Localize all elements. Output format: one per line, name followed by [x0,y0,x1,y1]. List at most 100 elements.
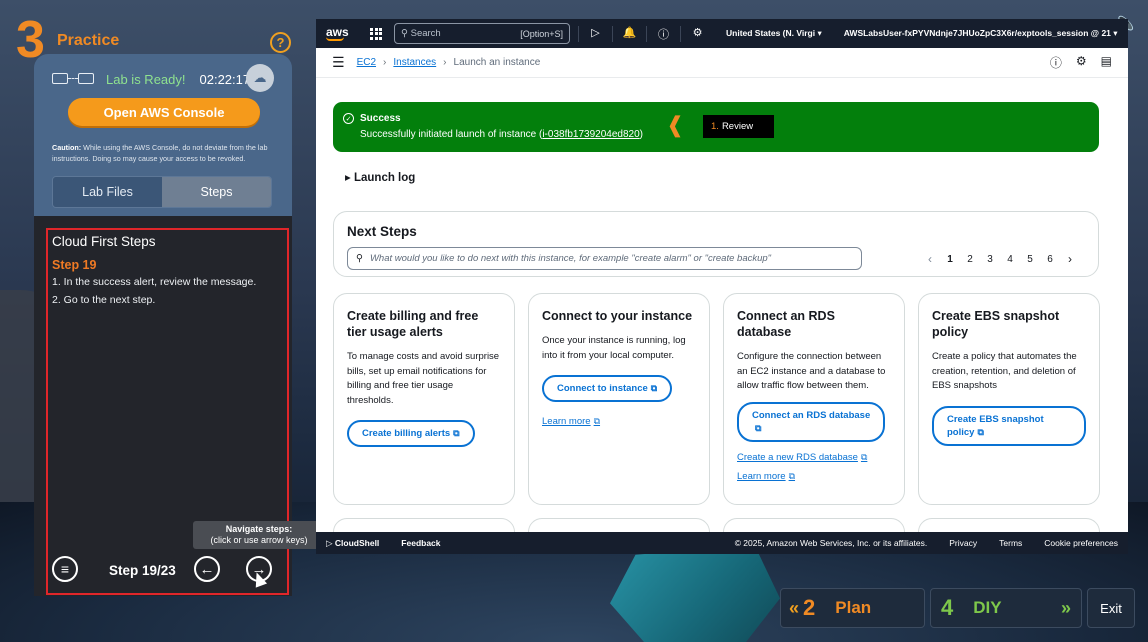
cookie-preferences-link[interactable]: Cookie preferences [1044,538,1118,548]
top-icons: ▷ 🔔 ⓘ ⚙ [578,25,714,42]
card-description: To manage costs and avoid surprise bills… [347,351,500,406]
external-link-icon: ⧉ [453,428,460,438]
step-counter: Step 19/23 [109,563,176,578]
account-menu[interactable]: AWSLabsUser-fxPYVNdnje7JHUoZpC3X6r/expto… [844,28,1118,39]
gear-icon[interactable]: ⚙ [680,25,714,42]
help-icon[interactable]: ⓘ [646,25,680,42]
button-label: Connect an RDS database [752,409,871,421]
info-icon[interactable]: ⓘ [1050,54,1062,71]
chevron-right-icon[interactable]: › [1060,252,1080,266]
copyright-text: © 2025, Amazon Web Services, Inc. or its… [734,538,928,548]
success-message-end: ) [639,129,643,140]
region-selector[interactable]: United States (N. Virgi ▾ [726,28,822,39]
breadcrumb-icons: ⓘ ⚙ ▤ [1050,54,1112,71]
create-billing-alerts-button[interactable]: Create billing alerts ⧉ [347,420,475,447]
chevron-left-icon[interactable]: ‹ [920,252,940,266]
create-ebs-snapshot-policy-button[interactable]: Create EBS snapshot policy ⧉ [932,405,1086,446]
step-list-icon[interactable]: ≡ [52,556,78,582]
card-description: Once your instance is running, log into … [542,335,686,361]
next-steps-search-input[interactable]: ⚲ What would you like to do next with th… [347,247,862,270]
link-label: Learn more [542,416,591,427]
search-placeholder: Search [410,28,441,39]
page-6[interactable]: 6 [1040,254,1060,265]
background-block [610,545,780,642]
launch-log-toggle[interactable]: ▸ Launch log [345,170,415,184]
instance-id-link[interactable]: i-038fb1739204ed820 [542,129,639,140]
page-2[interactable]: 2 [960,254,980,265]
open-aws-console-button[interactable]: Open AWS Console [68,98,260,126]
aws-search-input[interactable]: ⚲ Search [Option+S] [394,23,570,44]
card-ebs-snapshot: Create EBS snapshot policy Create a poli… [918,293,1100,505]
search-icon: ⚲ [356,253,363,264]
terms-link[interactable]: Terms [999,538,1022,548]
button-label: Create billing alerts [362,428,451,439]
region-label: United States (N. Virgi [726,28,816,38]
tab-steps[interactable]: Steps [162,177,271,207]
create-rds-database-link[interactable]: Create a new RDS database ⧉ [737,452,891,463]
page-1[interactable]: 1 [940,254,960,265]
page-3[interactable]: 3 [980,254,1000,265]
navigate-tooltip: Navigate steps: (click or use arrow keys… [193,521,325,549]
steps-title: Cloud First Steps [52,234,156,249]
diy-nav-button[interactable]: 4 DIY » [930,588,1082,628]
card-title: Create billing and free tier usage alert… [347,309,479,339]
cloud-download-icon[interactable]: ☁ [246,64,274,92]
page-4[interactable]: 4 [1000,254,1020,265]
external-link-icon: ⧉ [593,416,601,426]
pagination: ‹ 1 2 3 4 5 6 › [920,252,1080,266]
menu-icon[interactable]: ☰ [332,54,345,71]
feedback-link[interactable]: Feedback [401,538,440,548]
aws-footer: ▷ CloudShell Feedback © 2025, Amazon Web… [316,532,1128,554]
success-alert: ✓ Success Successfully initiated launch … [333,102,1099,152]
external-link-icon: ⧉ [650,383,658,393]
services-grid-icon[interactable] [370,27,382,40]
settings-icon[interactable]: ⚙ [1076,54,1087,71]
connect-to-instance-button[interactable]: Connect to instance ⧉ [542,375,673,402]
lab-tabs: Lab Files Steps [52,176,272,208]
link-label: Learn more [737,470,786,482]
previous-step-button[interactable]: ← [194,556,220,582]
external-link-icon: ⧉ [860,451,868,462]
tooltip-subtitle: (click or use arrow keys) [210,535,308,545]
cloudshell-label: CloudShell [334,537,380,548]
breadcrumb-instances[interactable]: Instances [393,57,436,68]
page-5[interactable]: 5 [1020,254,1040,265]
privacy-link[interactable]: Privacy [949,538,977,548]
success-message-text: Successfully initiated launch of instanc… [360,129,543,140]
review-number: 1. [711,121,719,132]
learn-more-link[interactable]: Learn more ⧉ [542,416,696,427]
card-title: Create EBS snapshot policy [932,309,1060,339]
exit-button[interactable]: Exit [1087,588,1135,628]
tab-lab-files[interactable]: Lab Files [53,177,162,207]
bell-icon[interactable]: 🔔 [612,25,646,42]
card-connect-instance: Connect to your instance Once your insta… [528,293,710,505]
external-link-icon: ⧉ [755,422,762,433]
cloudshell-link[interactable]: ▷ CloudShell [326,538,379,549]
lab-timer: 02:22:17 [199,71,251,87]
aws-logo[interactable]: aws [326,26,356,41]
card-title: Connect to your instance [542,309,693,323]
breadcrumb-ec2[interactable]: EC2 [357,57,376,68]
launch-log-label: Launch log [353,172,416,184]
button-label: Connect to instance [557,383,648,394]
search-shortcut-hint: [Option+S] [520,28,563,39]
card-billing-alerts: Create billing and free tier usage alert… [333,293,515,505]
next-steps-title: Next Steps [347,224,417,239]
practice-label: Practice [57,32,120,49]
chevron-right-icon: › [383,57,387,68]
feedback-icon[interactable]: ▤ [1101,54,1112,71]
success-title: Success [360,113,401,124]
caution-note: Caution: While using the AWS Console, do… [52,142,282,164]
breadcrumb: ☰ EC2 › Instances › Launch an instance ⓘ… [316,48,1128,78]
plan-label: Plan [835,598,872,617]
help-button[interactable]: ? [270,32,291,53]
plan-nav-button[interactable]: « 2 Plan [780,588,925,628]
lab-status: Lab is Ready! [106,71,186,87]
card-description: Create a policy that automates the creat… [932,351,1077,391]
connect-rds-database-button[interactable]: Connect an RDS database ⧉ [737,401,886,442]
footer-links: © 2025, Amazon Web Services, Inc. or its… [735,538,1118,548]
learn-more-link[interactable]: Learn more ⧉ [737,471,891,482]
success-message: Successfully initiated launch of instanc… [360,129,643,140]
caution-text: While using the AWS Console, do not devi… [52,143,268,163]
cloudshell-icon[interactable]: ▷ [578,25,612,42]
